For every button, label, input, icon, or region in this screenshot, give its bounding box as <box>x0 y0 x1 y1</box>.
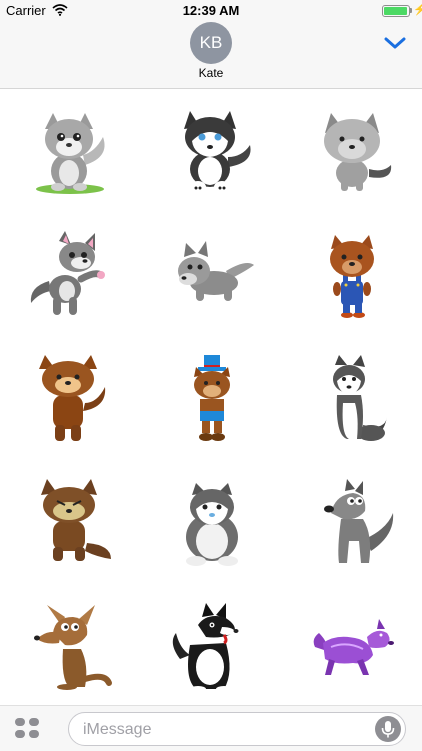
sitting-husky-sticker[interactable] <box>307 354 397 445</box>
chevron-down-icon[interactable] <box>384 36 406 50</box>
wolf-with-top-hat-sticker[interactable] <box>166 354 256 445</box>
fluffy-gray-pup-sticker[interactable] <box>166 479 256 569</box>
clock: 12:39 AM <box>182 3 240 18</box>
message-field[interactable] <box>68 712 406 746</box>
brown-coyote-sticker[interactable] <box>25 603 115 693</box>
sticker-cell[interactable] <box>282 89 422 214</box>
sticker-cell[interactable] <box>0 213 140 338</box>
sticker-grid <box>0 89 422 705</box>
angry-brown-wolf-sticker[interactable] <box>25 478 115 569</box>
contact-name[interactable]: Kate <box>0 66 422 80</box>
sticker-cell[interactable] <box>0 89 140 214</box>
gray-wolf-cub-sticker[interactable] <box>25 107 115 197</box>
message-input-bar <box>0 705 422 751</box>
sticker-cell[interactable] <box>282 213 422 338</box>
wolf-in-overalls-sticker[interactable] <box>307 231 397 321</box>
sticker-cell[interactable] <box>0 585 140 710</box>
conversation-header: KB Kate <box>0 22 422 89</box>
sticker-cell[interactable] <box>0 461 140 586</box>
sticker-cell[interactable] <box>0 337 140 462</box>
contact-avatar[interactable]: KB <box>190 22 232 64</box>
sticker-cell[interactable] <box>141 585 281 710</box>
microphone-icon <box>381 721 395 738</box>
microphone-button[interactable] <box>375 716 401 742</box>
battery-icon: ⚡ <box>382 4 422 17</box>
charging-icon: ⚡ <box>413 4 422 16</box>
sticker-cell[interactable] <box>141 89 281 214</box>
sticker-cell[interactable] <box>141 213 281 338</box>
pink-eared-wolf-sticker[interactable] <box>25 230 115 321</box>
sticker-cell[interactable] <box>282 461 422 586</box>
battery-level <box>384 7 407 15</box>
brown-werewolf-sticker[interactable] <box>25 354 115 445</box>
gray-wolf-head-sticker[interactable] <box>307 107 397 197</box>
husky-puppy-sticker[interactable] <box>166 107 256 197</box>
sticker-cell[interactable] <box>141 461 281 586</box>
sticker-cell[interactable] <box>282 337 422 462</box>
sticker-cell[interactable] <box>282 585 422 710</box>
status-bar: Carrier 12:39 AM ⚡ <box>0 0 422 22</box>
message-input[interactable] <box>81 719 365 741</box>
black-white-wolf-sticker[interactable] <box>166 602 256 693</box>
sticker-cell[interactable] <box>141 337 281 462</box>
app-drawer-icon[interactable] <box>14 717 40 739</box>
crawling-wolf-sticker[interactable] <box>166 231 256 321</box>
purple-fantasy-wolf-sticker[interactable] <box>307 603 397 693</box>
cartoon-gray-wolf-sticker[interactable] <box>307 478 397 569</box>
